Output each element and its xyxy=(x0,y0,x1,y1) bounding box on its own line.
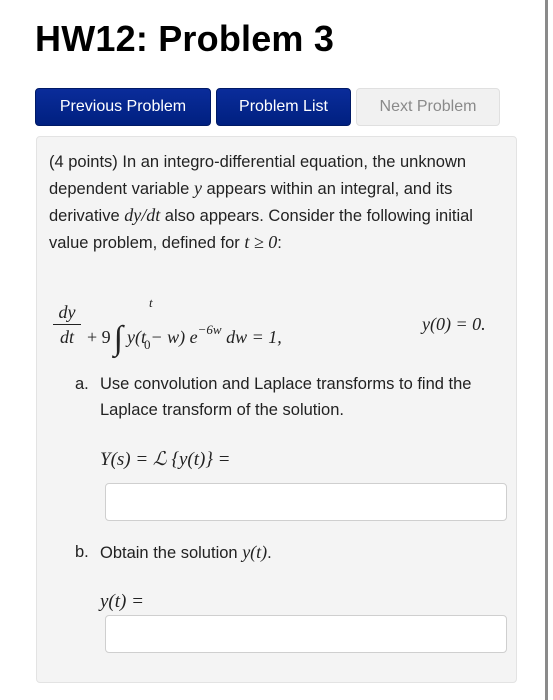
equation-body: + 9∫ y(t − w) e−6w dw = 1, xyxy=(87,314,282,357)
solution-answer-input[interactable] xyxy=(105,615,507,653)
part-b-text-math: y(t) xyxy=(242,542,268,562)
fraction-numerator: dy xyxy=(58,302,76,322)
part-a: a. Use convolution and Laplace transform… xyxy=(75,371,515,521)
fraction-denominator: dt xyxy=(59,327,74,347)
intro-variable: y xyxy=(193,178,202,198)
problem-navigation: Previous Problem Problem List Next Probl… xyxy=(35,88,500,126)
part-a-label: a. xyxy=(75,375,89,393)
intro-text: : xyxy=(277,234,282,252)
integrand: y(t − w) e xyxy=(126,327,198,347)
problem-list-button[interactable]: Problem List xyxy=(216,88,351,126)
page-title: HW12: Problem 3 xyxy=(35,18,335,59)
coefficient: + 9 xyxy=(87,327,111,347)
window-edge-divider xyxy=(545,0,548,700)
derivative-fraction: dy dt xyxy=(53,301,81,348)
part-a-answer-label: Y(s) = ℒ {y(t)} = xyxy=(100,449,231,470)
next-problem-button: Next Problem xyxy=(356,88,500,126)
previous-problem-button[interactable]: Previous Problem xyxy=(35,88,211,126)
part-b-text: Obtain the solution y(t). xyxy=(100,539,500,566)
intro-domain: t ≥ 0 xyxy=(244,232,278,252)
integro-differential-equation: dy dt t 0 + 9∫ y(t − w) e−6w dw = 1, y(0)… xyxy=(49,295,509,357)
part-b: b. Obtain the solution y(t). y(t) = xyxy=(75,539,515,659)
part-b-text-suffix: . xyxy=(267,544,272,562)
integral-upper-limit: t xyxy=(149,295,153,310)
problem-panel: (4 points) In an integro-differential eq… xyxy=(36,136,517,683)
intro-derivative: dy/dt xyxy=(124,205,161,225)
differential: dw = 1, xyxy=(221,327,282,347)
part-b-text-prefix: Obtain the solution xyxy=(100,544,243,562)
integral-sign: ∫ xyxy=(113,320,123,357)
part-a-text: Use convolution and Laplace transforms t… xyxy=(100,375,472,419)
exponent: −6w xyxy=(197,322,222,337)
initial-condition: y(0) = 0. xyxy=(422,314,486,334)
part-b-answer-label: y(t) = xyxy=(100,591,144,612)
problem-statement: (4 points) In an integro-differential eq… xyxy=(49,149,509,256)
part-b-label: b. xyxy=(75,543,89,561)
fraction-bar xyxy=(53,324,81,325)
laplace-transform-answer-input[interactable] xyxy=(105,483,507,521)
